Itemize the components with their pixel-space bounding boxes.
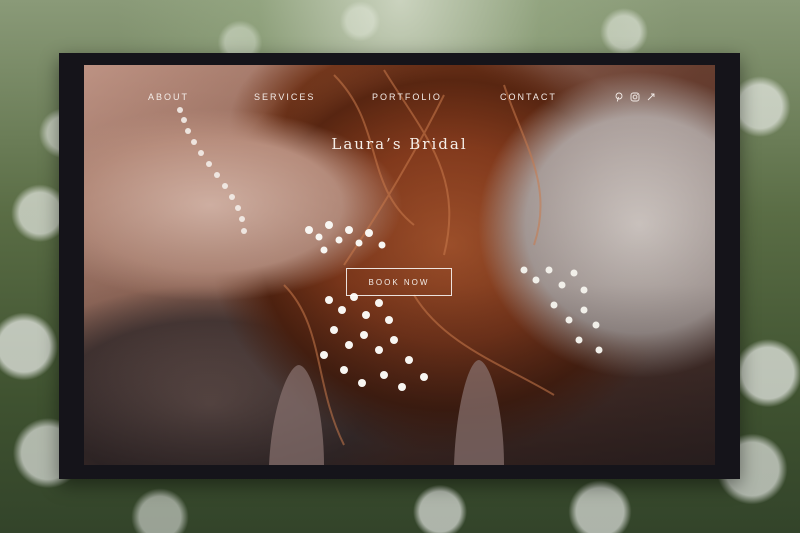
- monitor-frame: ABOUT SERVICES PORTFOLIO CONTACT Laura’s…: [59, 53, 740, 479]
- nav-contact[interactable]: CONTACT: [500, 92, 557, 102]
- social-links: [614, 91, 656, 103]
- nav-portfolio[interactable]: PORTFOLIO: [372, 92, 442, 102]
- website-screen: ABOUT SERVICES PORTFOLIO CONTACT Laura’s…: [84, 65, 715, 465]
- nav-services[interactable]: SERVICES: [254, 92, 315, 102]
- website-overlay: ABOUT SERVICES PORTFOLIO CONTACT Laura’s…: [84, 65, 715, 465]
- pinterest-icon[interactable]: [614, 92, 624, 102]
- book-now-button[interactable]: BOOK NOW: [346, 268, 452, 296]
- site-title: Laura’s Bridal: [331, 135, 468, 153]
- nav-about[interactable]: ABOUT: [148, 92, 189, 102]
- instagram-icon[interactable]: [630, 92, 640, 102]
- link-icon[interactable]: [646, 92, 656, 102]
